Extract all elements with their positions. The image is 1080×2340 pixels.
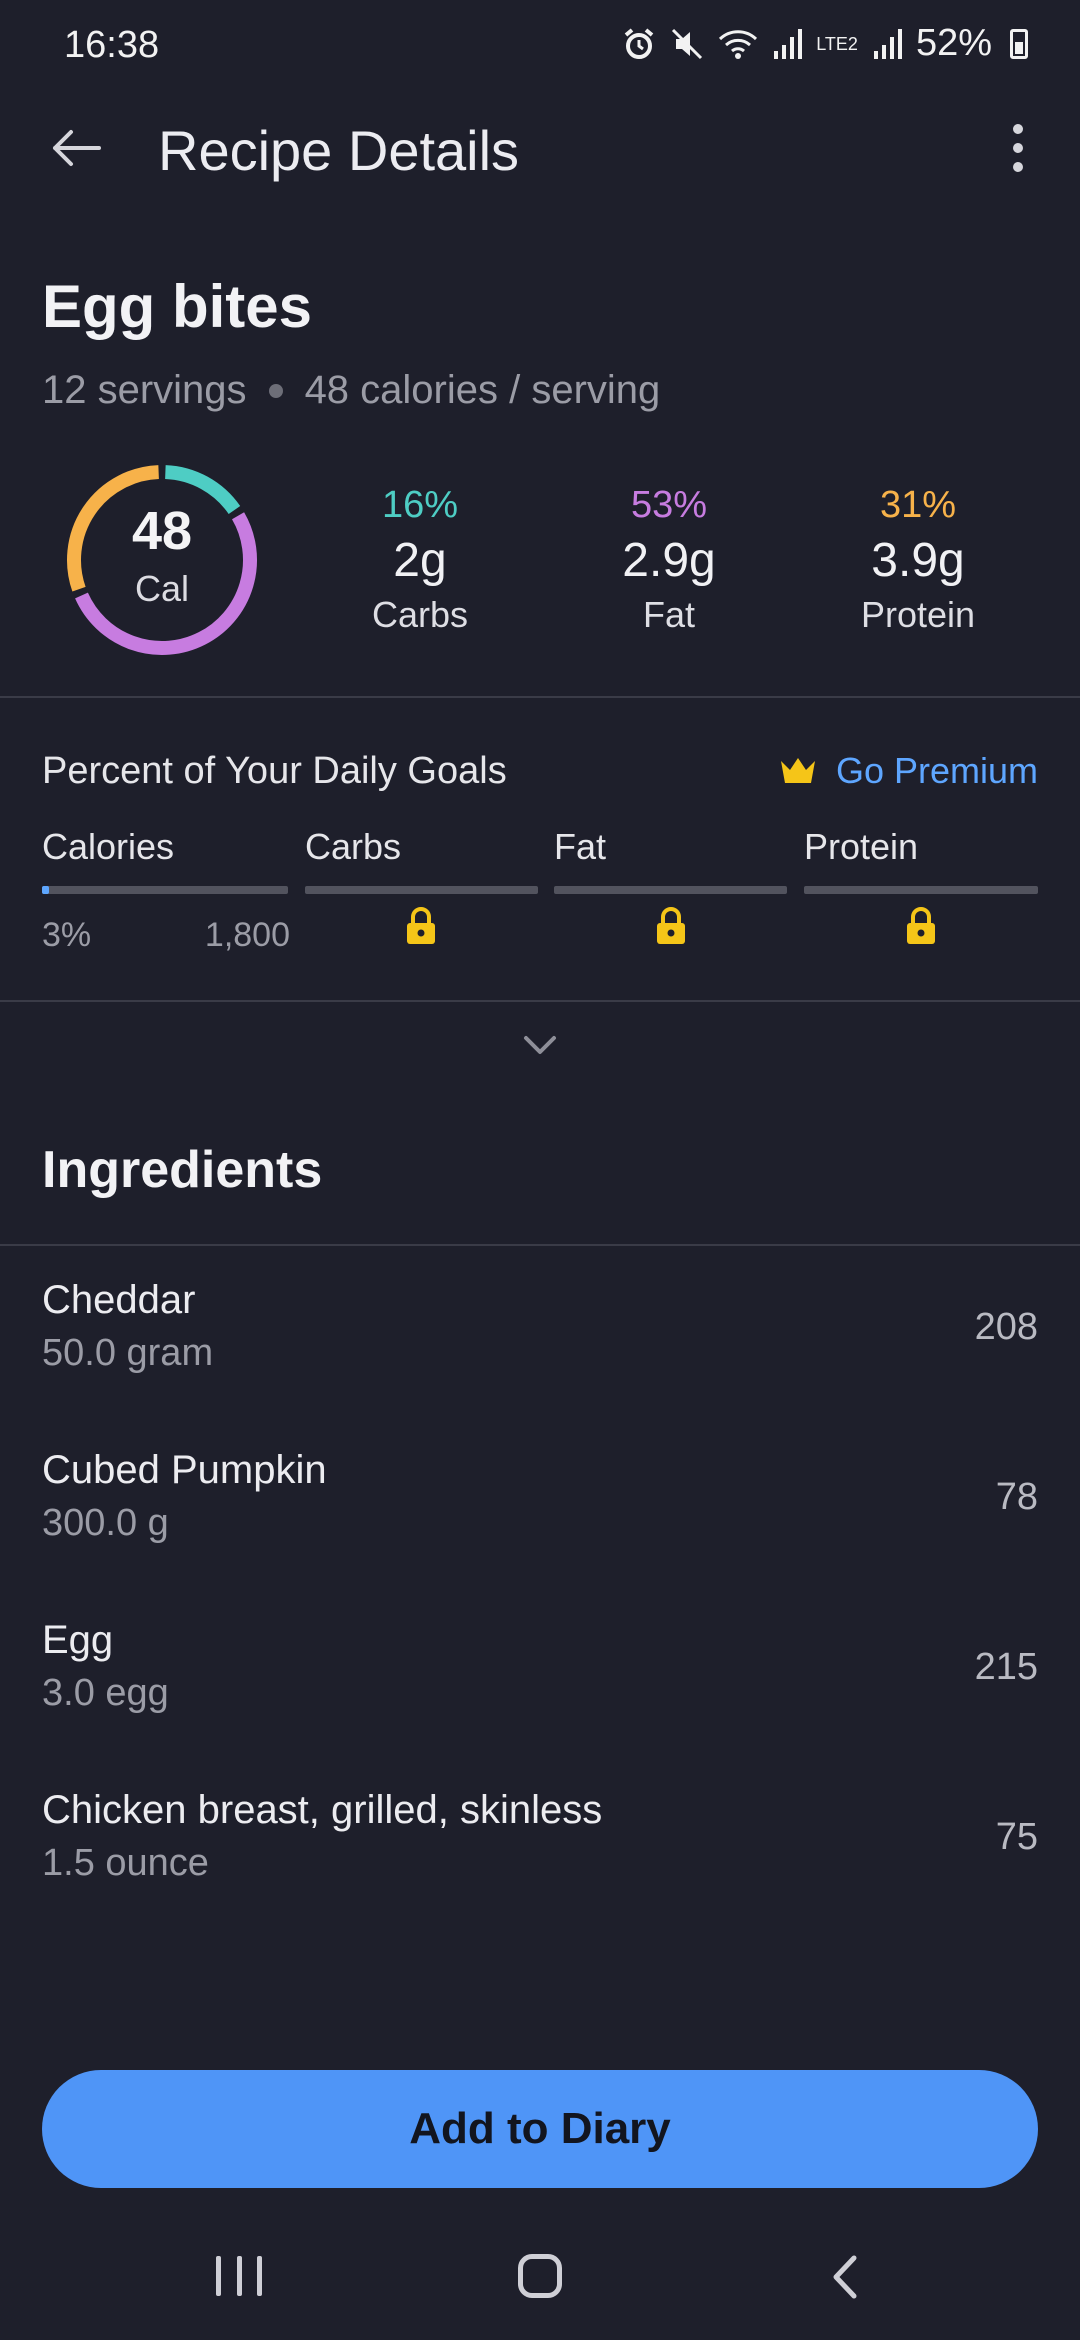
- goal-label: Calories: [42, 826, 175, 867]
- ingredient-row[interactable]: Chicken breast, grilled, skinless 1.5 ou…: [0, 1760, 1080, 1930]
- ingredient-quantity: 300.0 g: [42, 1502, 169, 1544]
- lock-icon[interactable]: [403, 906, 439, 946]
- macro-label: Fat: [642, 594, 695, 635]
- lock-icon[interactable]: [903, 906, 939, 946]
- more-options-button[interactable]: [998, 118, 1038, 178]
- ingredient-name: Cubed Pumpkin: [42, 1448, 327, 1492]
- goal-progress-bar: [305, 886, 538, 894]
- goal-label: Fat: [554, 826, 607, 867]
- divider: [0, 1244, 1080, 1246]
- ingredient-quantity: 50.0 gram: [42, 1332, 214, 1374]
- ingredient-row[interactable]: Egg 3.0 egg 215: [0, 1590, 1080, 1760]
- macro-amount: 3.9g: [871, 534, 965, 587]
- goal-protein: Protein: [804, 826, 1038, 894]
- more-vert-icon: [1013, 124, 1023, 134]
- macro-percent: 31%: [879, 484, 957, 526]
- goal-calories: Calories: [42, 826, 288, 894]
- battery-icon: [1010, 28, 1028, 59]
- macro-amount: 2.9g: [622, 534, 716, 587]
- macro-label: Protein: [860, 594, 976, 635]
- divider: [0, 696, 1080, 698]
- network-label: LTE2: [816, 33, 858, 54]
- go-premium-label: Go Premium: [835, 750, 1038, 791]
- ingredient-quantity: 1.5 ounce: [42, 1842, 209, 1884]
- goal-fat: Fat: [554, 826, 787, 894]
- servings: 12 servings: [42, 368, 247, 412]
- ingredient-name: Chicken breast, grilled, skinless: [42, 1788, 603, 1832]
- separator-dot: [268, 383, 283, 398]
- signal-icon-2: [873, 28, 902, 59]
- macro-percent: 53%: [630, 484, 708, 526]
- go-premium-link[interactable]: Go Premium: [778, 750, 1038, 792]
- alarm-icon: [624, 27, 654, 59]
- ingredients-title: Ingredients: [42, 1141, 323, 1199]
- back-button[interactable]: [40, 118, 110, 178]
- goal-carbs: Carbs: [305, 826, 538, 894]
- status-time: 16:38: [64, 24, 160, 66]
- calories-per-serving: 48 calories / serving: [304, 368, 661, 412]
- lock-icon[interactable]: [653, 906, 689, 946]
- ingredient-row[interactable]: Cubed Pumpkin 300.0 g 78: [0, 1420, 1080, 1590]
- chevron-down-icon[interactable]: [520, 1030, 560, 1060]
- ingredient-calories: 215: [974, 1646, 1038, 1688]
- macro-protein: 31% 3.9g Protein: [813, 484, 1023, 636]
- wifi-icon: [719, 29, 758, 59]
- calories-goal-percent: 3%: [42, 916, 92, 954]
- goal-label: Carbs: [305, 826, 402, 867]
- home-button[interactable]: [518, 2254, 562, 2298]
- goal-progress-fill: [42, 886, 50, 894]
- ingredient-calories: 78: [995, 1476, 1038, 1518]
- goal-progress-bar: [804, 886, 1038, 894]
- goal-progress-bar: [42, 886, 288, 894]
- signal-icon: [774, 28, 803, 59]
- ingredient-quantity: 3.0 egg: [42, 1672, 169, 1714]
- macro-fat: 53% 2.9g Fat: [564, 484, 774, 636]
- recipe-meta: 12 servings 48 calories / serving: [42, 368, 660, 413]
- macro-carbs: 16% 2g Carbs: [315, 484, 525, 636]
- macro-amount: 2g: [393, 534, 447, 587]
- ingredient-calories: 208: [974, 1306, 1038, 1348]
- ingredient-calories: 75: [995, 1816, 1038, 1858]
- calories-value: 48: [131, 501, 193, 561]
- crown-icon: [780, 758, 815, 783]
- recipe-name: Egg bites: [42, 273, 313, 340]
- daily-goals-title: Percent of Your Daily Goals: [42, 750, 507, 792]
- ingredient-name: Cheddar: [42, 1278, 196, 1322]
- battery-percent: 52%: [915, 22, 992, 64]
- goal-label: Protein: [804, 826, 919, 867]
- goal-progress-bar: [554, 886, 787, 894]
- page-title: Recipe Details: [158, 119, 520, 182]
- calories-goal-total: 1,800: [204, 916, 290, 954]
- recent-apps-button[interactable]: [216, 2256, 262, 2296]
- back-arrow-icon: [53, 130, 101, 166]
- macro-percent: 16%: [381, 484, 459, 526]
- divider: [0, 1000, 1080, 1002]
- status-icons: LTE2 52%: [622, 22, 1028, 65]
- macro-label: Carbs: [371, 594, 469, 635]
- ingredient-row[interactable]: Cheddar 50.0 gram 208: [0, 1250, 1080, 1420]
- system-back-icon[interactable]: [826, 2252, 866, 2302]
- add-to-diary-button[interactable]: Add to Diary: [42, 2070, 1038, 2188]
- mute-icon: [672, 28, 703, 59]
- calories-unit: Cal: [134, 568, 190, 609]
- ingredient-name: Egg: [42, 1618, 114, 1662]
